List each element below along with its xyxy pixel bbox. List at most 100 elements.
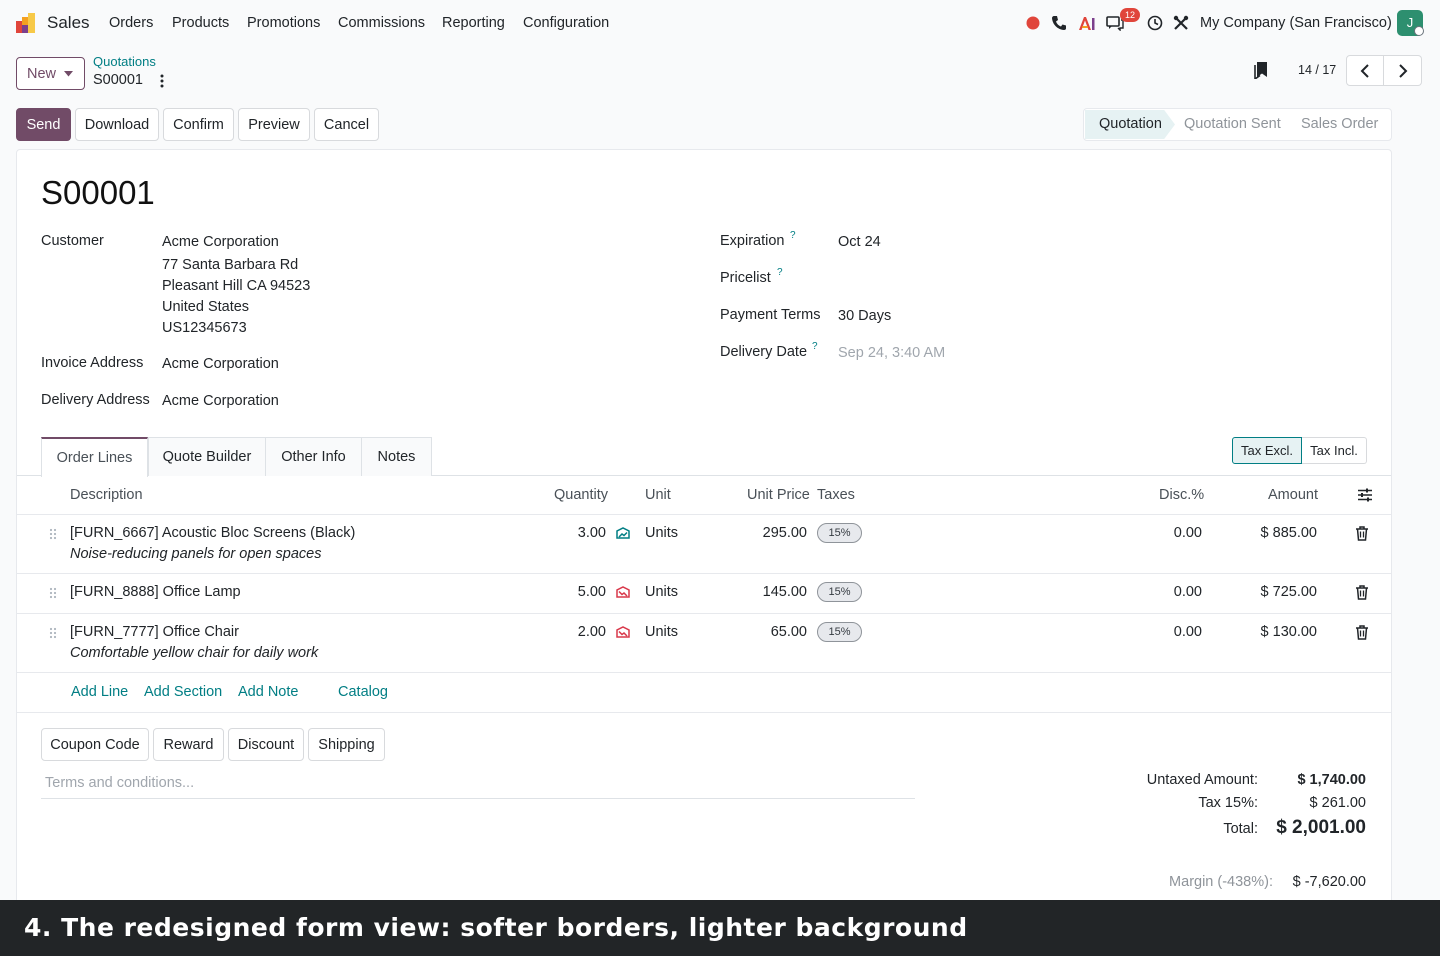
- drag-handle-icon[interactable]: [49, 528, 57, 540]
- terms-input[interactable]: Terms and conditions...: [45, 775, 194, 791]
- tax-tag[interactable]: 15%: [817, 582, 862, 602]
- breadcrumb-current: S00001: [93, 72, 143, 88]
- line-product[interactable]: [FURN_6667] Acoustic Bloc Screens (Black…: [70, 525, 355, 541]
- column-description[interactable]: Description: [70, 487, 143, 503]
- line-unit-price[interactable]: 295.00: [737, 525, 807, 541]
- bookmark-icon[interactable]: [1253, 61, 1269, 79]
- status-quotation[interactable]: Quotation: [1099, 116, 1162, 132]
- customer-vat: US12345673: [162, 320, 247, 336]
- line-description: Comfortable yellow chair for daily work: [70, 645, 319, 661]
- pricelist-help-icon[interactable]: ?: [777, 267, 783, 278]
- delivery-date-help-icon[interactable]: ?: [812, 341, 818, 352]
- line-unit[interactable]: Units: [645, 584, 678, 600]
- column-unit-price[interactable]: Unit Price: [747, 487, 810, 503]
- column-taxes[interactable]: Taxes: [817, 487, 855, 503]
- forecast-available-icon[interactable]: [616, 527, 630, 539]
- line-discount[interactable]: 0.00: [1142, 624, 1202, 640]
- catalog-link[interactable]: Catalog: [338, 684, 388, 700]
- line-quantity[interactable]: 3.00: [546, 525, 606, 541]
- menu-promotions[interactable]: Promotions: [247, 15, 320, 31]
- discount-button[interactable]: Discount: [228, 728, 304, 761]
- reward-button[interactable]: Reward: [153, 728, 224, 761]
- line-discount[interactable]: 0.00: [1142, 525, 1202, 541]
- terms-underline: [41, 798, 915, 799]
- shipping-button[interactable]: Shipping: [308, 728, 385, 761]
- delete-line-icon[interactable]: [1355, 585, 1369, 600]
- line-amount: $ 885.00: [1260, 525, 1317, 541]
- notification-badge: 12: [1120, 8, 1140, 22]
- tab-other-info[interactable]: Other Info: [266, 437, 362, 476]
- clock-icon[interactable]: [1145, 13, 1165, 33]
- ai-icon[interactable]: [1077, 13, 1097, 33]
- invoice-address-field[interactable]: Acme Corporation: [162, 356, 279, 372]
- payment-terms-field[interactable]: 30 Days: [838, 308, 891, 324]
- send-button[interactable]: Send: [16, 108, 71, 141]
- add-note-link[interactable]: Add Note: [238, 684, 298, 700]
- tax-included-toggle[interactable]: Tax Incl.: [1302, 437, 1367, 464]
- forecast-warning-icon[interactable]: [616, 586, 630, 598]
- menu-commissions[interactable]: Commissions: [338, 15, 425, 31]
- tax-excluded-toggle[interactable]: Tax Excl.: [1232, 437, 1302, 464]
- cancel-button[interactable]: Cancel: [314, 108, 379, 141]
- tax-value: $ 261.00: [1309, 795, 1366, 811]
- delivery-date-field[interactable]: Sep 24, 3:40 AM: [838, 345, 945, 361]
- line-quantity[interactable]: 5.00: [546, 584, 606, 600]
- pager-value[interactable]: 14 / 17: [1298, 63, 1336, 77]
- row-divider: [17, 573, 1391, 574]
- header-divider: [17, 514, 1391, 515]
- menu-configuration[interactable]: Configuration: [523, 15, 609, 31]
- new-button-label: New: [27, 65, 57, 82]
- drag-handle-icon[interactable]: [49, 627, 57, 639]
- menu-products[interactable]: Products: [172, 15, 229, 31]
- menu-reporting[interactable]: Reporting: [442, 15, 505, 31]
- tools-icon[interactable]: [1171, 13, 1191, 33]
- column-unit[interactable]: Unit: [645, 487, 671, 503]
- delivery-address-field[interactable]: Acme Corporation: [162, 393, 279, 409]
- app-name[interactable]: Sales: [47, 13, 90, 33]
- margin-value: $ -7,620.00: [1292, 874, 1366, 890]
- preview-button[interactable]: Preview: [238, 108, 310, 141]
- new-button[interactable]: New: [16, 57, 85, 90]
- status-quotation-sent[interactable]: Quotation Sent: [1184, 116, 1281, 132]
- column-quantity[interactable]: Quantity: [554, 487, 608, 503]
- menu-orders[interactable]: Orders: [109, 15, 153, 31]
- coupon-code-button[interactable]: Coupon Code: [41, 728, 149, 761]
- expiration-field[interactable]: Oct 24: [838, 234, 881, 250]
- sales-app-icon[interactable]: [15, 12, 37, 34]
- delete-line-icon[interactable]: [1355, 625, 1369, 640]
- line-product[interactable]: [FURN_7777] Office Chair: [70, 624, 239, 640]
- add-line-link[interactable]: Add Line: [71, 684, 128, 700]
- line-product[interactable]: [FURN_8888] Office Lamp: [70, 584, 241, 600]
- download-button[interactable]: Download: [75, 108, 159, 141]
- column-discount[interactable]: Disc.%: [1159, 487, 1204, 503]
- expiration-help-icon[interactable]: ?: [790, 230, 796, 241]
- tax-tag[interactable]: 15%: [817, 523, 862, 543]
- line-quantity[interactable]: 2.00: [546, 624, 606, 640]
- drag-handle-icon[interactable]: [49, 587, 57, 599]
- forecast-warning-icon[interactable]: [616, 626, 630, 638]
- line-unit-price[interactable]: 65.00: [737, 624, 807, 640]
- column-settings-icon[interactable]: [1358, 488, 1372, 502]
- tab-notes[interactable]: Notes: [361, 437, 432, 476]
- delete-line-icon[interactable]: [1355, 526, 1369, 541]
- record-icon[interactable]: [1023, 13, 1043, 33]
- confirm-button[interactable]: Confirm: [163, 108, 234, 141]
- status-sales-order[interactable]: Sales Order: [1301, 116, 1378, 132]
- line-unit[interactable]: Units: [645, 525, 678, 541]
- tab-quote-builder[interactable]: Quote Builder: [148, 437, 266, 476]
- tax-tag[interactable]: 15%: [817, 622, 862, 642]
- line-unit-price[interactable]: 145.00: [737, 584, 807, 600]
- breadcrumb-quotations[interactable]: Quotations: [93, 54, 156, 69]
- customer-name[interactable]: Acme Corporation: [162, 234, 279, 250]
- tab-order-lines[interactable]: Order Lines: [41, 437, 148, 477]
- add-section-link[interactable]: Add Section: [144, 684, 222, 700]
- caret-down-icon: [64, 70, 74, 76]
- column-amount[interactable]: Amount: [1268, 487, 1318, 503]
- line-discount[interactable]: 0.00: [1142, 584, 1202, 600]
- phone-icon[interactable]: [1049, 13, 1069, 33]
- pager-previous-button[interactable]: [1346, 55, 1384, 86]
- line-unit[interactable]: Units: [645, 624, 678, 640]
- kebab-menu-icon[interactable]: [157, 72, 167, 90]
- pager-next-button[interactable]: [1384, 55, 1422, 86]
- company-switcher[interactable]: My Company (San Francisco): [1200, 15, 1392, 31]
